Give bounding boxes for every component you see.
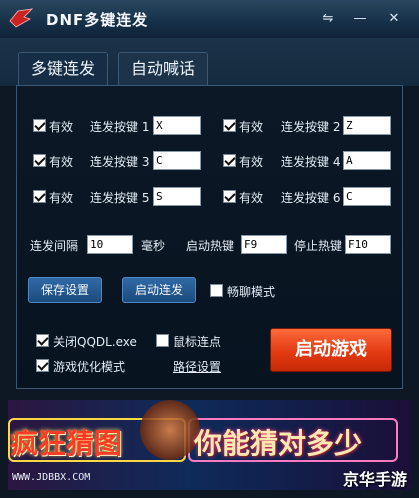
key-5-enabled-checkbox[interactable] [33, 190, 46, 203]
save-settings-button[interactable]: 保存设置 [28, 277, 102, 303]
banner-text-right: 你能猜对多少 [194, 427, 363, 460]
key-2-enabled-checkbox[interactable] [223, 119, 236, 132]
key-1-label: 连发按键 1 [90, 120, 150, 134]
interval-input[interactable]: 10 [87, 235, 133, 254]
path-settings-link[interactable]: 路径设置 [173, 358, 221, 375]
mouse-click-label: 鼠标连点 [173, 335, 222, 349]
key-3-enabled-checkbox[interactable] [33, 154, 46, 167]
key-3-label: 连发按键 3 [90, 155, 150, 169]
key-4-label: 连发按键 4 [281, 155, 341, 169]
launch-game-button[interactable]: 启动游戏 [270, 328, 392, 372]
key-1-enabled-label: 有效 [49, 120, 74, 134]
key-5-label: 连发按键 5 [90, 191, 150, 205]
key-6-enabled-label: 有效 [239, 191, 264, 205]
close-qqdl-checkbox[interactable] [36, 334, 49, 347]
window-title: DNF多键连发 [46, 11, 149, 29]
banner-brand: 京华手游 [342, 470, 407, 489]
key-1-enabled-checkbox[interactable] [33, 119, 46, 132]
tab-bar: 多键连发 自动喊话 [0, 38, 419, 86]
banner-text-left: 疯狂猜图 [10, 427, 123, 460]
title-bar[interactable]: DNF多键连发 ⇋ — ✕ [0, 0, 419, 39]
key-2-enabled-label: 有效 [239, 120, 264, 134]
tab-auto-chat[interactable]: 自动喊话 [118, 52, 208, 86]
chat-mode-checkbox[interactable] [210, 284, 223, 297]
tab-multi-key[interactable]: 多键连发 [18, 52, 108, 86]
key-2-label: 连发按键 2 [281, 120, 341, 134]
ad-banner[interactable]: 疯狂猜图 你能猜对多少 WWW.JDBBX.COM 京华手游 [8, 400, 411, 490]
mouse-click-checkbox[interactable] [156, 334, 169, 347]
stop-hotkey-input[interactable]: F10 [345, 235, 391, 254]
key-4-input[interactable]: A [343, 151, 391, 170]
key-3-enabled-label: 有效 [49, 155, 74, 169]
key-5-enabled-label: 有效 [49, 191, 74, 205]
key-1-input[interactable]: X [153, 116, 201, 135]
app-logo-icon [9, 8, 34, 28]
menu-icon[interactable]: ⇋ [318, 10, 338, 28]
interval-unit: 毫秒 [141, 239, 166, 253]
key-5-input[interactable]: S [153, 187, 201, 206]
key-4-enabled-checkbox[interactable] [223, 154, 236, 167]
chat-mode-label: 畅聊模式 [227, 285, 276, 299]
app-window: DNF多键连发 ⇋ — ✕ 多键连发 自动喊话 有效 连发按键 1 X 有效 连… [0, 0, 419, 498]
key-2-input[interactable]: Z [343, 116, 391, 135]
minimize-button[interactable]: — [350, 10, 370, 28]
close-button[interactable]: ✕ [384, 10, 404, 28]
key-6-enabled-checkbox[interactable] [223, 190, 236, 203]
start-hotkey-input[interactable]: F9 [241, 235, 287, 254]
close-qqdl-label: 关闭QQDL.exe [53, 335, 137, 349]
start-burst-button[interactable]: 启动连发 [122, 277, 196, 303]
start-hotkey-label: 启动热键 [186, 239, 235, 253]
key-6-label: 连发按键 6 [281, 191, 341, 205]
banner-character-image [140, 400, 200, 460]
stop-hotkey-label: 停止热键 [294, 239, 343, 253]
game-optimize-checkbox[interactable] [36, 359, 49, 372]
banner-site-url: WWW.JDBBX.COM [12, 472, 91, 483]
interval-label: 连发间隔 [30, 239, 79, 253]
game-optimize-label: 游戏优化模式 [53, 360, 126, 374]
key-6-input[interactable]: C [343, 187, 391, 206]
key-3-input[interactable]: C [153, 151, 201, 170]
key-4-enabled-label: 有效 [239, 155, 264, 169]
